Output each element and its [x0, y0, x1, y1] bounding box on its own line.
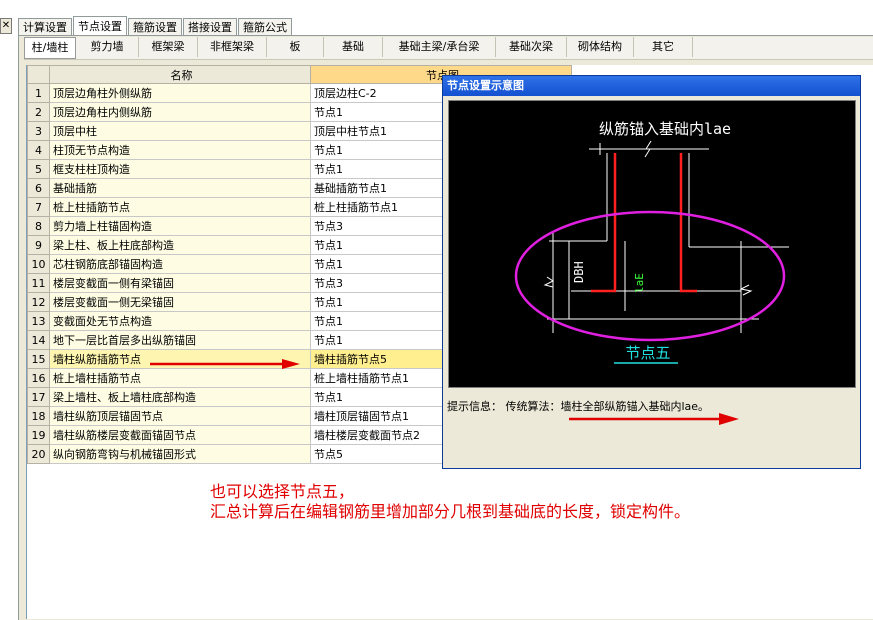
- subtab-non-frame-beam[interactable]: 非框架梁: [198, 37, 267, 57]
- row-name-cell: 顶层边角柱内侧纵筋: [49, 102, 311, 122]
- row-name-cell: 顶层边角柱外侧纵筋: [49, 83, 311, 103]
- row-name-cell: 框支柱柱顶构造: [49, 159, 311, 179]
- row-number: 18: [27, 406, 50, 426]
- row-name-cell: 柱顶无节点构造: [49, 140, 311, 160]
- annotation-note: 也可以选择节点五， 汇总计算后在编辑钢筋里增加部分几根到基础底的长度，锁定构件。: [210, 482, 690, 522]
- subtab-frame-beam[interactable]: 框架梁: [139, 37, 198, 57]
- highlight-ellipse: [514, 210, 786, 342]
- node-five-label: 节点五: [625, 344, 670, 362]
- row-name-cell: 楼层变截面一侧无梁锚固: [49, 292, 311, 312]
- row-name-cell: 桩上墙柱插筋节点: [49, 368, 311, 388]
- row-number: 19: [27, 425, 50, 445]
- tab-calc-settings[interactable]: 计算设置: [18, 18, 72, 36]
- row-pointer-arrow-icon: [150, 359, 300, 369]
- row-name-cell: 基础插筋: [49, 178, 311, 198]
- row-number: 11: [27, 273, 50, 293]
- row-name-cell: 剪力墙上柱锚固构造: [49, 216, 311, 236]
- row-name-cell: 变截面处无节点构造: [49, 311, 311, 331]
- dbh-label: DBH: [572, 261, 586, 283]
- row-number: 7: [27, 197, 50, 217]
- subtab-shear-wall[interactable]: 剪力墙: [76, 37, 139, 57]
- row-name-cell: 地下一层比首层多出纵筋锚固: [49, 330, 311, 350]
- subtab-column-wallcolumn[interactable]: 柱/墙柱: [24, 37, 76, 59]
- row-number: 17: [27, 387, 50, 407]
- dialog-title[interactable]: 节点设置示意图: [443, 76, 860, 96]
- row-name-cell: 梁上柱、板上柱底部构造: [49, 235, 311, 255]
- tab-node-settings[interactable]: 节点设置: [73, 16, 127, 36]
- close-button[interactable]: ✕: [0, 18, 12, 34]
- row-name-cell: 纵向钢筋弯钩与机械锚固形式: [49, 444, 311, 464]
- node-diagram-dialog[interactable]: 节点设置示意图 纵筋锚入基础内lae DBH laE 节点五 提示信息： 传统算…: [442, 75, 861, 469]
- node-diagram: 纵筋锚入基础内lae DBH laE 节点五: [514, 120, 789, 364]
- row-name-cell: 桩上柱插筋节点: [49, 197, 311, 217]
- hint-text: 提示信息： 传统算法：墙柱全部纵筋锚入基础内lae。: [447, 400, 710, 413]
- tab-lap-settings[interactable]: 搭接设置: [183, 18, 237, 36]
- row-name-cell: 顶层中柱: [49, 121, 311, 141]
- subtab-other[interactable]: 其它: [634, 37, 693, 57]
- row-number: 12: [27, 292, 50, 312]
- row-number: 9: [27, 235, 50, 255]
- main-tabbar: 计算设置 节点设置 箍筋设置 搭接设置 箍筋公式: [18, 16, 293, 36]
- row-number: 13: [27, 311, 50, 331]
- row-number: 8: [27, 216, 50, 236]
- row-number: 3: [27, 121, 50, 141]
- row-number: 6: [27, 178, 50, 198]
- subtab-foundation-main-beam[interactable]: 基础主梁/承台梁: [383, 37, 496, 57]
- tab-stirrup-formula[interactable]: 箍筋公式: [238, 18, 292, 36]
- row-number: 10: [27, 254, 50, 274]
- diagram-heading: 纵筋锚入基础内lae: [599, 120, 731, 138]
- subtab-slab[interactable]: 板: [267, 37, 324, 57]
- row-number: 4: [27, 140, 50, 160]
- row-number-header: [27, 65, 50, 84]
- lae-label: laE: [633, 273, 646, 293]
- row-name-cell: 梁上墙柱、板上墙柱底部构造: [49, 387, 311, 407]
- row-number: 2: [27, 102, 50, 122]
- row-name-cell: 墙柱纵筋楼层变截面锚固节点: [49, 425, 311, 445]
- subtab-masonry[interactable]: 砌体结构: [567, 37, 634, 57]
- row-number: 16: [27, 368, 50, 388]
- row-name-cell: 楼层变截面一侧有梁锚固: [49, 273, 311, 293]
- subtab-foundation-secondary-beam[interactable]: 基础次梁: [496, 37, 567, 57]
- row-name-cell: 芯柱钢筋底部锚固构造: [49, 254, 311, 274]
- annotation-line-2: 汇总计算后在编辑钢筋里增加部分几根到基础底的长度，锁定构件。: [210, 502, 691, 521]
- tab-stirrup-settings[interactable]: 箍筋设置: [128, 18, 182, 36]
- component-subtabs: 柱/墙柱 剪力墙 框架梁 非框架梁 板 基础 基础主梁/承台梁 基础次梁 砌体结…: [24, 37, 873, 60]
- row-number: 20: [27, 444, 50, 464]
- row-number: 5: [27, 159, 50, 179]
- node-diagram-canvas: 纵筋锚入基础内lae DBH laE 节点五: [448, 100, 856, 388]
- annotation-line-1: 也可以选择节点五，: [210, 482, 355, 501]
- column-header-name[interactable]: 名称: [49, 65, 311, 84]
- hint-arrow-icon: [569, 413, 739, 425]
- row-number: 14: [27, 330, 50, 350]
- row-name-cell: 墙柱纵筋顶层锚固节点: [49, 406, 311, 426]
- row-number: 1: [27, 83, 50, 103]
- subtab-foundation[interactable]: 基础: [324, 37, 383, 57]
- row-number: 15: [27, 349, 50, 369]
